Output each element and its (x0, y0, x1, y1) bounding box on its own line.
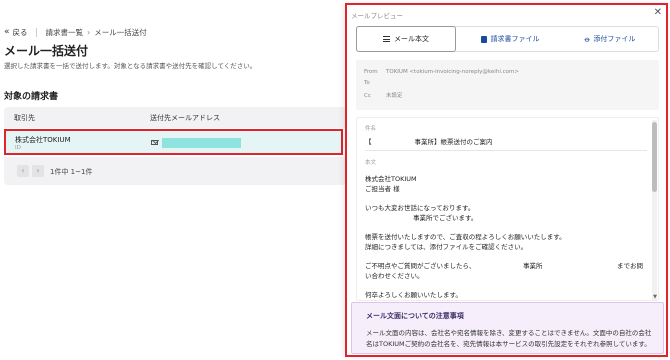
breadcrumb: « 戻る 請求書一覧 › メール一括送付 (4, 25, 147, 39)
to-line: To (364, 80, 386, 86)
body-line: ご不明点やご質問がございましたら、 (365, 262, 476, 270)
body-line: 帳票を送付いたしますので、ご査収の程よろしくお願いいたします。 (365, 233, 566, 241)
from-line: From TOKIUM <tokium-invoicing-noreply@kei… (364, 69, 519, 75)
notice-text: メール文面の内容は、会社名や宛名情報を除き、変更することはできません。文面中の自… (366, 329, 652, 337)
body-line: 何卒よろしくお願いいたします。 (365, 291, 462, 299)
client-id: ID (15, 145, 21, 151)
column-header-email: 送付先メールアドレス (150, 114, 220, 122)
tab-label: 添付ファイル (593, 35, 636, 43)
notice-title: メール文面についての注意事項 (366, 312, 464, 320)
mail-content-scroll-area: 件名 【 事業所】帳票送付のご案内 本文 株式会社TOKIUM ご担当者 様 いつ… (357, 118, 652, 300)
page-description: 選択した請求書を一括で送付します。対象となる請求書や送付先を確認してください。 (4, 62, 257, 70)
body-line: い合わせください。 (365, 272, 424, 280)
body-line: 事業所でございます。 (413, 214, 478, 222)
mail-header-info: From TOKIUM <tokium-invoicing-noreply@kei… (356, 60, 659, 110)
tab-mail-body[interactable]: メール本文 (356, 26, 456, 52)
table-pagination: ‹ › 1件中 1~1件 (4, 157, 346, 185)
table-row[interactable]: 株式会社TOKIUM ID (4, 129, 343, 155)
cc-line: Cc 未設定 (364, 91, 403, 99)
chevron-right-icon: › (87, 27, 91, 37)
body-line: 株式会社TOKIUM (365, 175, 417, 183)
table-header: 取引先 送付先メールアドレス (4, 107, 346, 128)
breadcrumb-invoice-list[interactable]: 請求書一覧 (46, 27, 84, 38)
mail-subject: 【 事業所】帳票送付のご案内 (365, 136, 493, 146)
body-line: いつも大変お世話になっております。 (365, 204, 475, 212)
cc-value: 未設定 (386, 93, 403, 99)
next-page-button[interactable]: › (32, 165, 44, 177)
mail-icon (151, 140, 158, 145)
body-line: 事業所 (523, 262, 543, 270)
document-icon (480, 35, 487, 43)
double-chevron-left-icon: « (4, 26, 10, 37)
back-label: 戻る (12, 27, 28, 37)
tab-invoice-file[interactable]: 請求書ファイル (460, 27, 560, 51)
main-page: « 戻る 請求書一覧 › メール一括送付 メール一括送付 選択した請求書を一括で… (0, 0, 350, 360)
breadcrumb-current: メール一括送付 (94, 27, 147, 37)
subject-prefix: 【 (365, 138, 372, 146)
chevron-right-icon: › (36, 166, 40, 175)
scroll-down-icon[interactable]: ▼ (653, 294, 657, 300)
client-name: 株式会社TOKIUM (15, 136, 71, 144)
back-button[interactable]: « 戻る (4, 27, 28, 38)
from-label: From (364, 69, 378, 75)
close-icon[interactable]: ✕ (654, 7, 662, 19)
notice-text: 名はTOKIUMご契約の会社名を、宛先情報は本サービスの取引先設定をそれぞれ参照… (366, 340, 651, 348)
email-address-redacted (162, 138, 241, 148)
tab-attachments[interactable]: ⌀ 添付ファイル (560, 27, 660, 51)
text-lines-icon (383, 36, 390, 42)
scrollbar-thumb[interactable] (652, 122, 657, 192)
mail-preview-panel: メールプレビュー ✕ メール本文 請求書ファイル ⌀ 添付ファイル From TO… (345, 3, 668, 357)
subject-text: 事業所】帳票送付のご案内 (414, 138, 493, 146)
prev-page-button[interactable]: ‹ (17, 165, 29, 177)
page-title: メール一括送付 (4, 44, 89, 58)
preview-tabs: メール本文 請求書ファイル ⌀ 添付ファイル (356, 26, 659, 52)
mail-content[interactable]: 件名 【 事業所】帳票送付のご案内 本文 株式会社TOKIUM ご担当者 様 いつ… (356, 117, 659, 301)
tab-label: 請求書ファイル (490, 35, 540, 43)
column-header-client: 取引先 (14, 114, 35, 122)
divider (365, 150, 647, 151)
notice-box: メール文面についての注意事項 メール文面の内容は、会社名や宛名情報を除き、変更す… (351, 302, 664, 354)
subject-label: 件名 (365, 126, 377, 132)
breadcrumb-divider (35, 27, 37, 37)
chevron-left-icon: ‹ (21, 166, 25, 175)
body-line: 詳細につきましては、添付ファイルをご確認ください。 (365, 243, 528, 251)
panel-title: メールプレビュー (351, 12, 403, 20)
section-title: 対象の請求書 (4, 92, 59, 102)
to-label: To (364, 80, 370, 86)
from-value: TOKIUM <tokium-invoicing-noreply@keihi.c… (386, 69, 519, 75)
body-line: ご担当者 様 (365, 185, 400, 193)
cc-label: Cc (364, 93, 371, 99)
pagination-summary: 1件中 1~1件 (50, 168, 93, 176)
paperclip-icon: ⌀ (582, 34, 592, 44)
body-label: 本文 (365, 160, 377, 166)
tab-label: メール本文 (394, 35, 429, 43)
body-line: までお問 (617, 262, 643, 270)
scrollbar[interactable] (652, 120, 657, 300)
